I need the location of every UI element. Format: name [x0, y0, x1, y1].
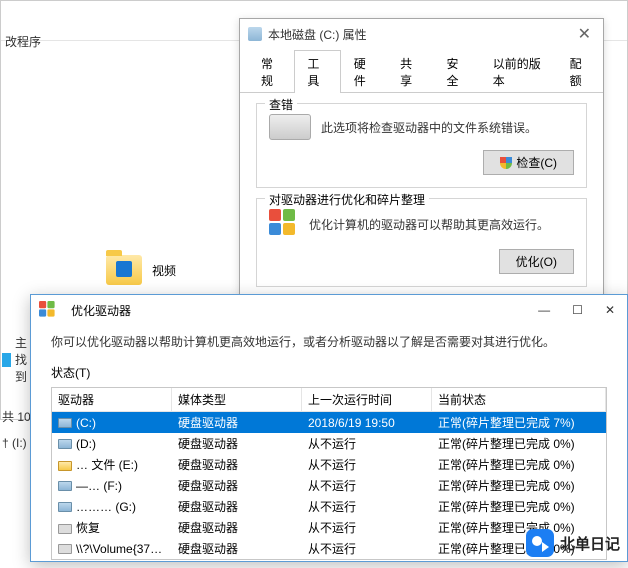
drive-i-label: † (I:) [2, 436, 27, 450]
col-status[interactable]: 当前状态 [432, 388, 606, 411]
current-status: 正常(碎片整理已完成 0%) [432, 455, 606, 474]
col-drive[interactable]: 驱动器 [52, 388, 172, 411]
ribbon-label: 改程序 [5, 33, 41, 50]
tab-previous[interactable]: 以前的版本 [480, 50, 557, 93]
drive-row-icon [58, 418, 72, 428]
media-type: 硬盘驱动器 [172, 539, 302, 558]
optimize-window-desc: 你可以优化驱动器以帮助计算机更高效地运行，或者分析驱动器以了解是否需要对其进行优… [51, 333, 607, 350]
drive-name: 恢复 [76, 521, 100, 535]
drive-row-icon [58, 524, 72, 534]
check-button[interactable]: 检查(C) [483, 150, 574, 175]
table-row[interactable]: ……… (G:) 硬盘驱动器从不运行正常(碎片整理已完成 0%) [52, 496, 606, 517]
media-type: 硬盘驱动器 [172, 434, 302, 453]
media-type: 硬盘驱动器 [172, 518, 302, 537]
drive-name: \\?\Volume{3710f… [76, 542, 172, 556]
properties-titlebar[interactable]: 本地磁盘 (C:) 属性 ✕ [240, 19, 603, 49]
media-type: 硬盘驱动器 [172, 413, 302, 432]
drive-graphic-icon [269, 114, 311, 140]
table-row[interactable]: (C:) 硬盘驱动器2018/6/19 19:50正常(碎片整理已完成 7%) [52, 412, 606, 433]
current-status: 正常(碎片整理已完成 0%) [432, 497, 606, 516]
properties-tabs: 常规 工具 硬件 共享 安全 以前的版本 配额 [240, 49, 603, 93]
watermark-logo-icon [526, 529, 554, 557]
table-row[interactable]: \\?\Volume{3710f…硬盘驱动器从不运行正常(碎片整理已完成 0%) [52, 538, 606, 559]
close-icon[interactable]: ✕ [601, 303, 619, 317]
table-row[interactable]: —… (F:) 硬盘驱动器从不运行正常(碎片整理已完成 0%) [52, 475, 606, 496]
watermark-text: 北单日记 [560, 533, 620, 554]
media-type: 硬盘驱动器 [172, 497, 302, 516]
media-type: 硬盘驱动器 [172, 476, 302, 495]
disk-icon [248, 27, 262, 41]
drive-name: (C:) [76, 416, 96, 430]
last-run: 从不运行 [302, 476, 432, 495]
watermark: 北单日记 [526, 529, 620, 557]
drives-table: 驱动器 媒体类型 上一次运行时间 当前状态 (C:)硬盘驱动器2018/6/19… [51, 387, 607, 560]
video-folder-icon [106, 255, 142, 285]
close-icon[interactable]: ✕ [574, 24, 595, 44]
tab-general[interactable]: 常规 [248, 50, 294, 93]
drive-row-icon [58, 544, 72, 554]
table-row[interactable]: … 文件 (E:) 硬盘驱动器从不运行正常(碎片整理已完成 0%) [52, 454, 606, 475]
last-run: 从不运行 [302, 434, 432, 453]
col-last-run[interactable]: 上一次运行时间 [302, 388, 432, 411]
drive-row-icon [58, 461, 72, 471]
tab-sharing[interactable]: 共享 [387, 50, 433, 93]
properties-dialog: 本地磁盘 (C:) 属性 ✕ 常规 工具 硬件 共享 安全 以前的版本 配额 查… [239, 18, 604, 300]
error-check-title: 查错 [265, 96, 297, 113]
optimize-desc: 优化计算机的驱动器可以帮助其更高效运行。 [309, 216, 549, 233]
folder-video[interactable]: 视频 [106, 255, 176, 285]
tab-security[interactable]: 安全 [433, 50, 479, 93]
drive-name: ……… (G:) [76, 500, 136, 514]
table-rows: (C:)硬盘驱动器2018/6/19 19:50正常(碎片整理已完成 7%)(D… [52, 412, 606, 559]
drive-row-icon [58, 502, 72, 512]
drive-name: —… (F:) [76, 479, 122, 493]
last-run: 2018/6/19 19:50 [302, 415, 432, 431]
tab-hardware[interactable]: 硬件 [341, 50, 387, 93]
col-media[interactable]: 媒体类型 [172, 388, 302, 411]
defrag-icon [39, 301, 57, 319]
status-label: 状态(T) [51, 364, 607, 381]
optimize-window-title: 优化驱动器 [71, 302, 131, 319]
optimize-button[interactable]: 优化(O) [499, 249, 574, 274]
folder-video-label: 视频 [152, 262, 176, 279]
properties-body: 查错 此选项将检查驱动器中的文件系统错误。 检查(C) 对驱动器进行优化和碎片整… [240, 93, 603, 307]
check-button-label: 检查(C) [516, 154, 557, 171]
current-status: 正常(碎片整理已完成 0%) [432, 434, 606, 453]
last-run: 从不运行 [302, 455, 432, 474]
drive-icon [2, 353, 11, 367]
current-status: 正常(碎片整理已完成 0%) [432, 476, 606, 495]
optimize-group: 对驱动器进行优化和碎片整理 优化计算机的驱动器可以帮助其更高效运行。 优化(O) [256, 198, 587, 287]
minimize-icon[interactable]: — [534, 303, 554, 317]
drive-name: (D:) [76, 437, 96, 451]
table-row[interactable]: 恢复硬盘驱动器从不运行正常(碎片整理已完成 0%) [52, 517, 606, 538]
optimize-title: 对驱动器进行优化和碎片整理 [265, 191, 429, 208]
error-check-group: 查错 此选项将检查驱动器中的文件系统错误。 检查(C) [256, 103, 587, 188]
error-check-desc: 此选项将检查驱动器中的文件系统错误。 [321, 119, 537, 136]
tab-tools[interactable]: 工具 [294, 50, 340, 93]
media-type: 硬盘驱动器 [172, 455, 302, 474]
current-status: 正常(碎片整理已完成 7%) [432, 413, 606, 432]
drive-row-icon [58, 481, 72, 491]
drive-name: … 文件 (E:) [76, 458, 138, 472]
last-run: 从不运行 [302, 497, 432, 516]
last-run: 从不运行 [302, 539, 432, 558]
tab-quota[interactable]: 配额 [557, 50, 603, 93]
optimize-button-label: 优化(O) [516, 253, 557, 270]
drive-row-icon [58, 439, 72, 449]
last-run: 从不运行 [302, 518, 432, 537]
defrag-icon [269, 209, 299, 239]
optimize-drives-window: 优化驱动器 — ☐ ✕ 你可以优化驱动器以帮助计算机更高效地运行，或者分析驱动器… [30, 294, 628, 562]
table-header: 驱动器 媒体类型 上一次运行时间 当前状态 [52, 388, 606, 412]
table-row[interactable]: (D:) 硬盘驱动器从不运行正常(碎片整理已完成 0%) [52, 433, 606, 454]
maximize-icon[interactable]: ☐ [568, 303, 587, 317]
uac-shield-icon [500, 157, 512, 169]
optimize-titlebar[interactable]: 优化驱动器 — ☐ ✕ [31, 295, 627, 325]
properties-title-text: 本地磁盘 (C:) 属性 [268, 26, 367, 43]
